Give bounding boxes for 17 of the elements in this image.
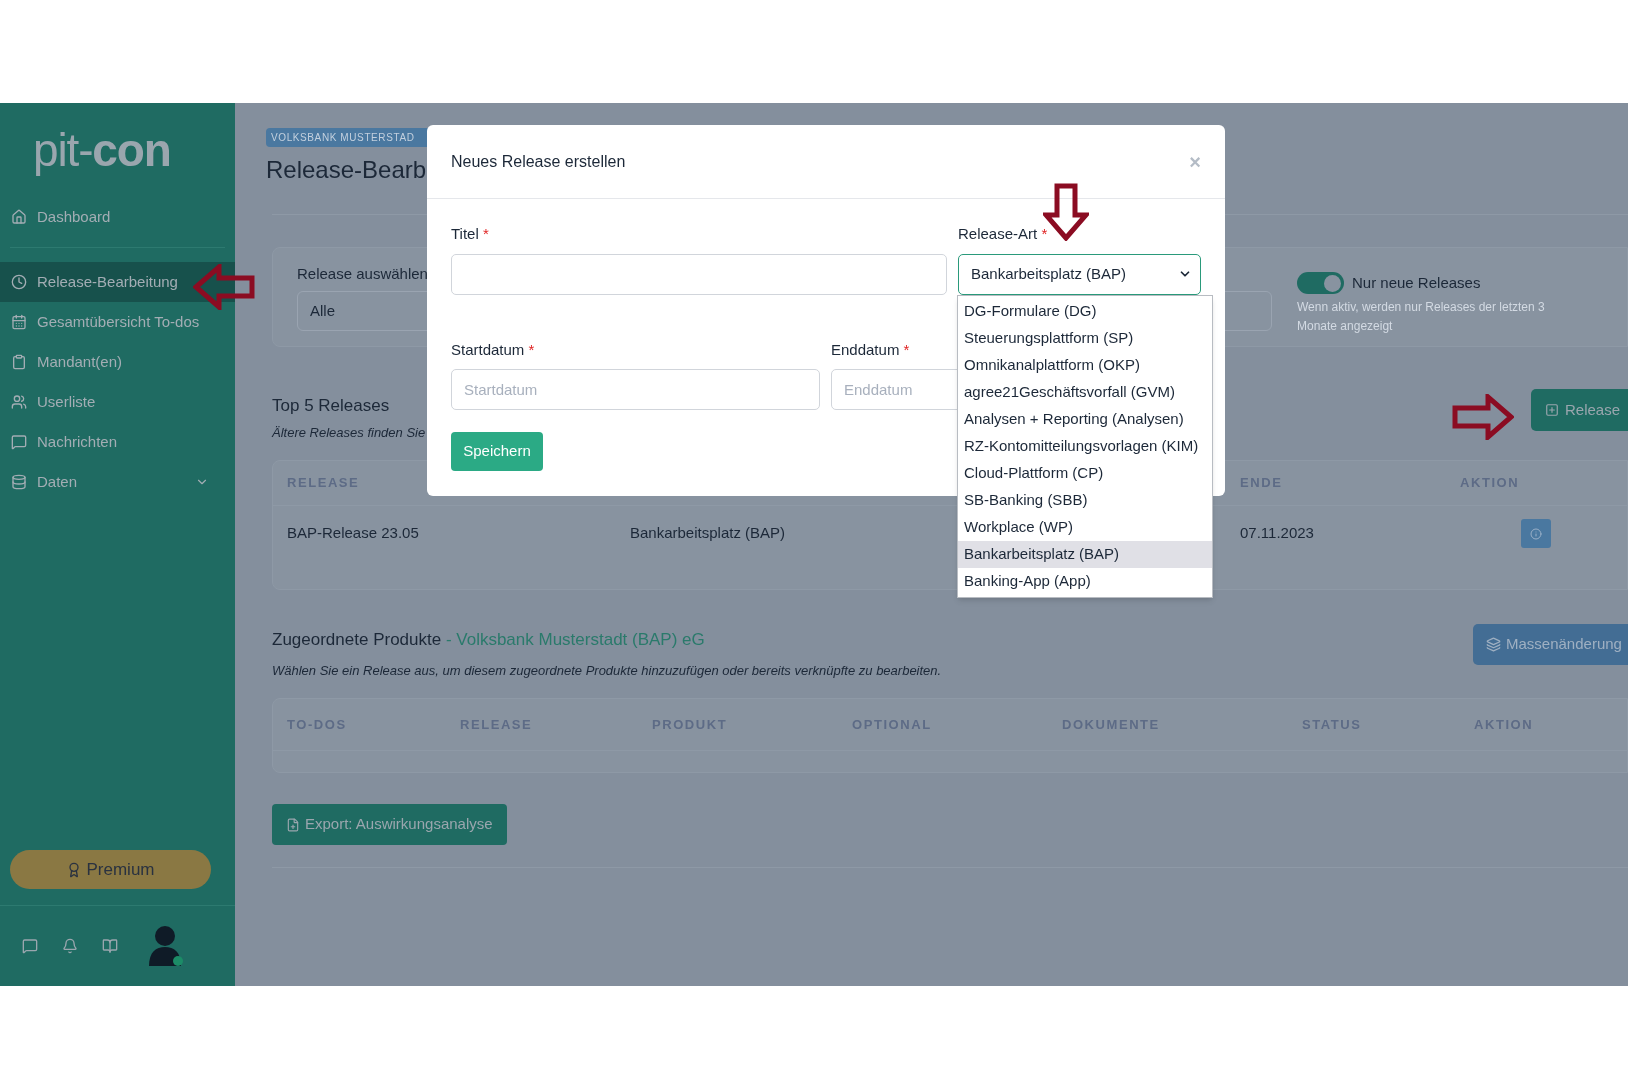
logo: pit-con [33, 123, 171, 177]
section-title: Top 5 Releases [272, 395, 390, 417]
field-label: Release-Art * [958, 224, 1048, 244]
field-label: Release auswählen [297, 263, 428, 284]
section-subtitle: Wählen Sie ein Release aus, um diesem zugeordnete Produkte hinzuzufügen oder bereits verknüpfte zu bearbeiten. [272, 661, 942, 680]
toggle-hint: Wenn aktiv, werden nur Releases der letzten 3 Monate angezeigt [1297, 299, 1546, 336]
field-label: Startdatum * [451, 339, 535, 360]
field-label: Enddatum * [831, 339, 910, 360]
modal-title: Neues Release erstellen [451, 151, 626, 172]
table-cell-text: BAP-Release 23.05 [287, 523, 419, 544]
field-label: Titel * [451, 224, 489, 244]
page-title: Release-Bearb [266, 155, 427, 185]
toggle-label: Nur neue Releases [1352, 272, 1481, 293]
table-cell-text: 07.11.2023 [1240, 523, 1314, 544]
section-subtitle: Ältere Releases finden Sie [272, 423, 426, 442]
table-cell-text: Bankarbeitsplatz (BAP) [630, 523, 786, 544]
section-title: Zugeordnete Produkte - Volksbank Musterstadt (BAP) eG [272, 629, 705, 651]
